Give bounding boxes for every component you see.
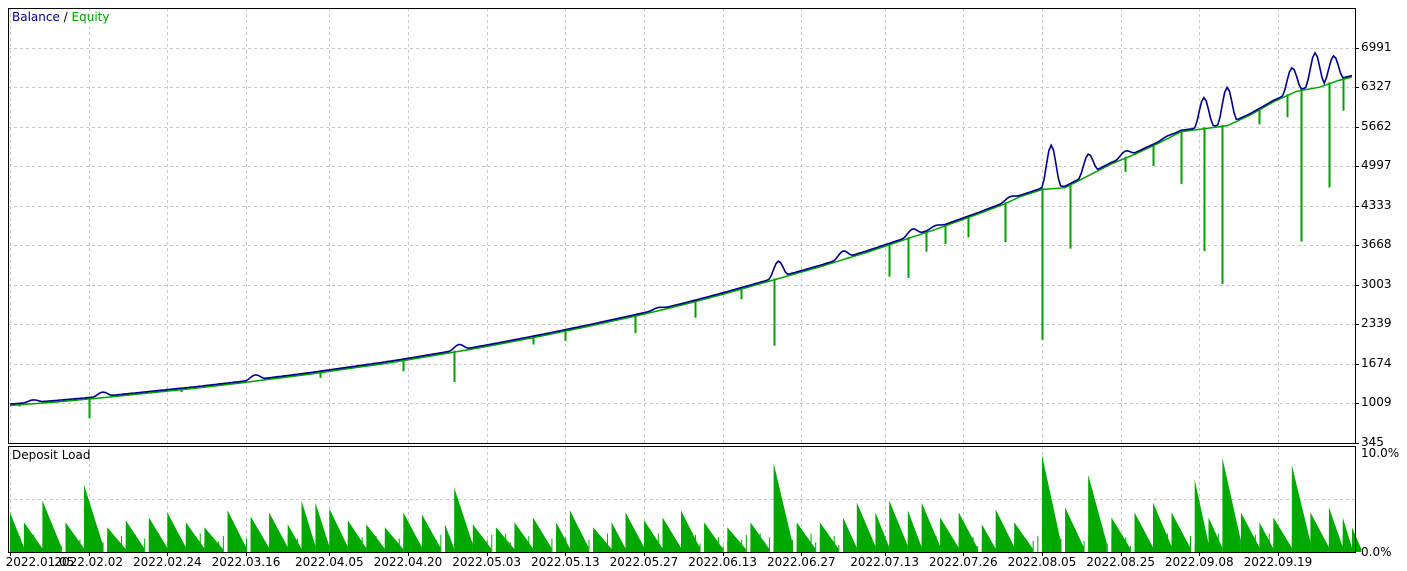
- deposit-load-tick-label-0: 10.0%: [1361, 446, 1400, 460]
- deposit-load-bar-14: [287, 524, 302, 552]
- y-tick-label-8: 5662: [1361, 118, 1392, 133]
- deposit-load-bar-12: [250, 516, 270, 552]
- deposit-load-bar-30: [569, 510, 589, 552]
- deposit-load-bar-67: [1291, 464, 1311, 552]
- equity-line: [9, 76, 1353, 407]
- deposit-load-bar-48: [921, 502, 941, 552]
- deposit-load-bar-16: [315, 502, 330, 552]
- deposit-load-title: Deposit Load: [12, 448, 91, 462]
- deposit-load-bar-0: [10, 512, 24, 552]
- deposit-load-bar-9: [185, 522, 205, 552]
- deposit-load-bar-37: [704, 522, 723, 552]
- x-tick-label-7: 2022.05.13: [530, 555, 600, 569]
- deposit-load-bar-7: [148, 517, 168, 552]
- x-tick-label-6: 2022.05.03: [452, 555, 521, 569]
- deposit-load-bar-62: [1208, 517, 1223, 552]
- deposit-load-bar-21: [403, 512, 422, 552]
- y-tick-label-3: 2339: [1361, 316, 1392, 331]
- x-tick-label-12: 2022.07.26: [928, 555, 998, 569]
- deposit-load-tick-label-1: 0.0%: [1361, 545, 1392, 559]
- deposit-load-bar-26: [495, 527, 515, 552]
- deposit-load-bar-59: [1153, 502, 1172, 552]
- legend-balance: Balance: [12, 10, 60, 24]
- y-tick-label-7: 4997: [1361, 158, 1392, 173]
- deposit-load-bar-27: [514, 522, 533, 552]
- x-tick-label-13: 2022.08.05: [1007, 555, 1077, 569]
- x-tick-label-14: 2022.08.25: [1086, 555, 1155, 569]
- deposit-load-bar-3: [65, 522, 84, 552]
- deposit-load-bar-29: [556, 522, 570, 552]
- y-tick-label-5: 3668: [1361, 237, 1392, 252]
- deposit-load-bar-69: [1328, 507, 1343, 552]
- deposit-load-bar-63: [1222, 457, 1241, 552]
- deposit-load-bar-8: [167, 512, 186, 552]
- deposit-load-bar-42: [819, 522, 839, 552]
- y-tick-label-10: 6991: [1361, 39, 1392, 54]
- deposit-load-bar-44: [856, 502, 876, 552]
- deposit-load-bar-43: [843, 517, 857, 552]
- deposit-load-bar-66: [1273, 517, 1292, 552]
- x-tick-label-16: 2022.09.19: [1243, 555, 1313, 569]
- y-tick-label-6: 4333: [1361, 197, 1392, 212]
- x-tick-label-5: 2022.04.20: [373, 555, 443, 569]
- x-tick-label-15: 2022.09.08: [1164, 555, 1234, 569]
- deposit-load-bar-19: [366, 524, 385, 552]
- deposit-load-bar-18: [347, 520, 367, 552]
- x-tick-label-1: 2022.02.02: [54, 555, 124, 569]
- deposit-load-bar-60: [1171, 512, 1190, 552]
- deposit-load-bar-39: [750, 522, 769, 552]
- y-tick-label-4: 3003: [1361, 276, 1392, 291]
- y-tick-label-1: 1009: [1361, 395, 1392, 410]
- deposit-load-bar-36: [681, 510, 700, 552]
- deposit-load-bar-70: [1342, 517, 1352, 552]
- balance-panel-frame: [8, 8, 1356, 444]
- x-tick-label-2: 2022.02.24: [132, 555, 202, 569]
- deposit-load-bar-51: [981, 524, 996, 552]
- x-tick-label-3: 2022.03.16: [211, 555, 281, 569]
- deposit-load-bar-15: [301, 500, 316, 552]
- deposit-load-bar-20: [384, 527, 404, 552]
- deposit-load-bar-65: [1259, 522, 1274, 552]
- deposit-load-bar-11: [227, 510, 246, 552]
- legend-equity: Equity: [71, 10, 110, 24]
- deposit-load-bar-28: [532, 517, 552, 552]
- deposit-load-bar-61: [1194, 479, 1209, 552]
- balance-line: [9, 51, 1353, 405]
- deposit-load-bar-56: [1088, 474, 1107, 552]
- x-tick-label-4: 2022.04.05: [294, 555, 364, 569]
- x-tick-label-10: 2022.06.27: [766, 555, 836, 569]
- y-tick-label-2: 1674: [1361, 355, 1392, 370]
- deposit-load-bar-45: [875, 512, 890, 552]
- x-tick-label-9: 2022.06.13: [688, 555, 757, 569]
- deposit-load-bar-58: [1134, 512, 1153, 552]
- deposit-load-bar-64: [1240, 512, 1260, 552]
- y-tick-label-9: 6327: [1361, 79, 1392, 94]
- deposit-load-bar-32: [611, 522, 626, 552]
- deposit-load-bar-47: [907, 510, 922, 552]
- legend-separator: /: [59, 10, 72, 24]
- x-tick-label-11: 2022.07.13: [850, 555, 919, 569]
- balance-equity-legend: Balance / Equity: [12, 10, 109, 24]
- deposit-load-bar-17: [329, 508, 348, 552]
- chart-canvas: [8, 8, 1362, 556]
- x-tick-label-8: 2022.05.27: [609, 555, 679, 569]
- deposit-load-bar-23: [445, 524, 455, 552]
- deposit-load-bar-24: [454, 487, 473, 552]
- deposit-load-bar-71: [1352, 527, 1362, 552]
